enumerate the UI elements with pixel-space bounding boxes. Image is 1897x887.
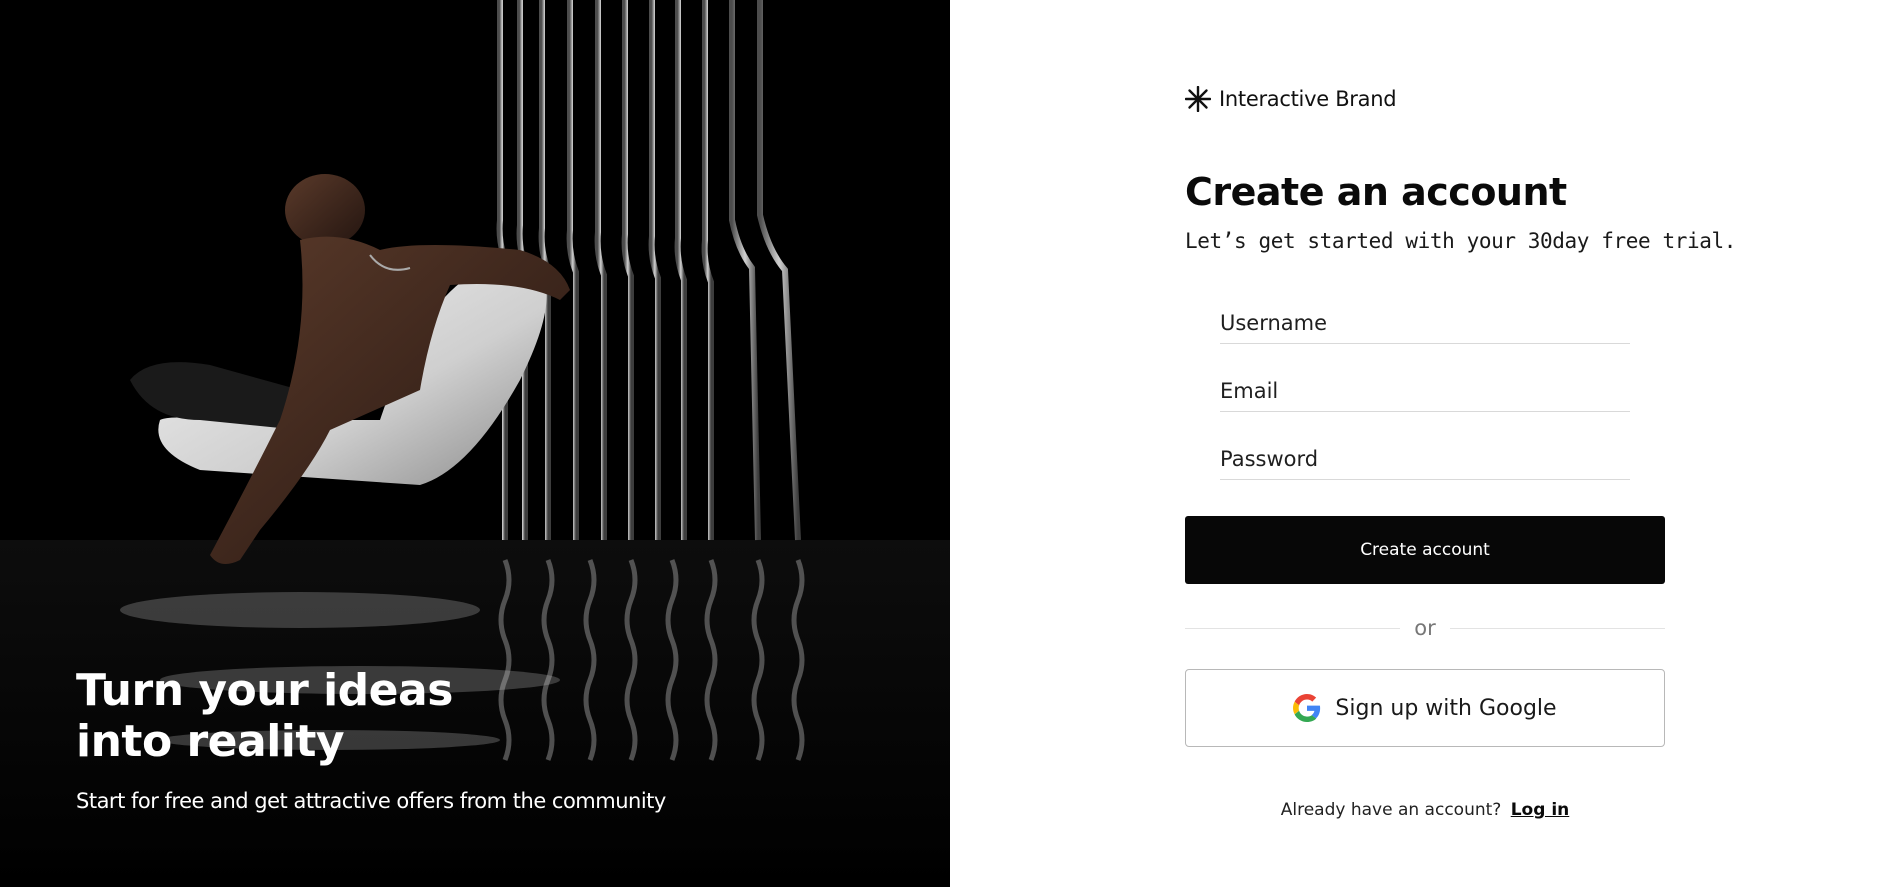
brand-name: Interactive Brand <box>1219 87 1397 111</box>
login-link[interactable]: Log in <box>1511 800 1570 820</box>
hero-title: Turn your ideas into reality <box>76 665 476 767</box>
brand: Interactive Brand <box>1185 86 1397 112</box>
create-account-button[interactable]: Create account <box>1185 516 1665 584</box>
google-logo-icon <box>1293 694 1321 722</box>
page-title: Create an account <box>1185 170 1567 214</box>
google-signup-button[interactable]: Sign up with Google <box>1185 669 1665 747</box>
page-subtitle: Let’s get started with your 30day free t… <box>1185 229 1736 253</box>
password-input[interactable] <box>1220 438 1630 480</box>
signup-form-panel: Interactive Brand Create an account Let’… <box>950 0 1897 887</box>
hero-title-line1: Turn your ideas <box>76 665 453 716</box>
hero-copy: Turn your ideas into reality Start for f… <box>76 665 776 813</box>
asterisk-logo-icon <box>1185 86 1211 112</box>
hero-title-line2: into reality <box>76 716 345 767</box>
google-signup-label: Sign up with Google <box>1335 695 1557 721</box>
or-divider: or <box>1185 613 1666 643</box>
login-prompt: Already have an account? Log in <box>1185 800 1665 820</box>
divider-line-right <box>1449 627 1666 629</box>
username-input[interactable] <box>1220 302 1630 344</box>
divider-label: or <box>1414 616 1436 640</box>
email-input[interactable] <box>1220 370 1630 412</box>
hero-panel: Turn your ideas into reality Start for f… <box>0 0 950 887</box>
hero-subtitle: Start for free and get attractive offers… <box>76 789 666 813</box>
signup-page: Turn your ideas into reality Start for f… <box>0 0 1897 887</box>
divider-line-left <box>1185 627 1401 629</box>
login-prompt-text: Already have an account? <box>1280 800 1502 820</box>
